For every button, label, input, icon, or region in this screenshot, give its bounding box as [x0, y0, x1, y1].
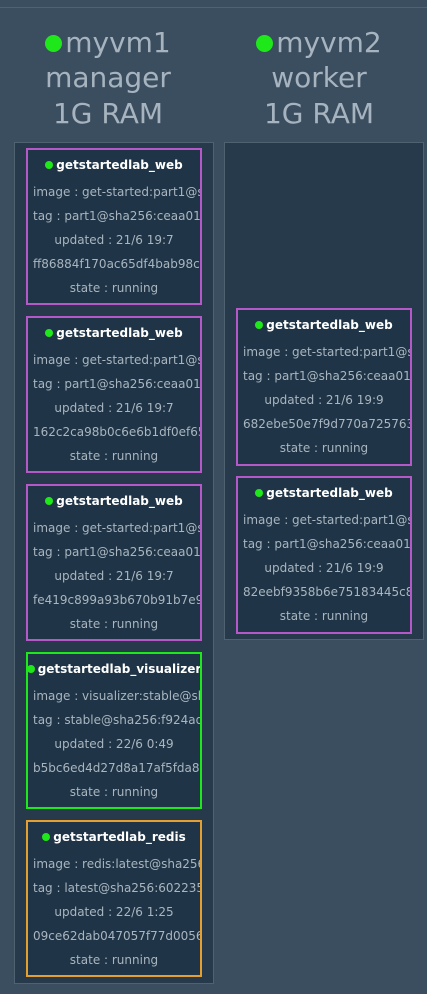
task-card[interactable]: getstartedlab_web image : get-started:pa…	[26, 316, 202, 473]
task-id: 09ce62dab047057f77d00565d	[33, 929, 202, 943]
task-status-icon	[255, 489, 264, 497]
task-status-icon	[45, 329, 54, 337]
node-ram: 1G RAM	[52, 97, 164, 130]
task-updated: updated : 21/6 19:7	[54, 233, 174, 247]
task-card[interactable]: getstartedlab_web image : get-started:pa…	[26, 484, 202, 641]
node-status-icon	[256, 34, 274, 52]
task-image: image : get-started:part1@sha256:ceaa010…	[243, 513, 412, 527]
task-title: getstartedlab_web	[56, 326, 183, 340]
task-status-icon	[42, 833, 51, 841]
task-status-icon	[255, 321, 264, 329]
task-tag: tag : stable@sha256:f924ad66	[33, 713, 202, 727]
node-role: worker	[271, 61, 367, 94]
task-id: 82eebf9358b6e75183445c89d	[243, 585, 412, 599]
task-updated: updated : 21/6 19:9	[264, 393, 384, 407]
task-id: fe419c899a93b670b91b7e9c6	[33, 593, 202, 607]
task-updated: updated : 21/6 19:7	[54, 569, 174, 583]
task-state: state : running	[279, 441, 369, 455]
node-name: myvm1	[65, 26, 171, 59]
task-title: getstartedlab_redis	[53, 830, 186, 844]
node-role: manager	[45, 61, 171, 94]
task-image: image : get-started:part1@sha256:ceaa010…	[33, 185, 202, 199]
task-card[interactable]: getstartedlab_web image : get-started:pa…	[236, 476, 412, 634]
task-state: state : running	[69, 617, 159, 631]
node-status-icon	[45, 34, 63, 52]
task-card[interactable]: getstartedlab_web image : get-started:pa…	[26, 148, 202, 305]
task-state: state : running	[69, 281, 159, 295]
node-myvm2-header: myvm2 worker 1G RAM	[214, 26, 424, 132]
task-title: getstartedlab_web	[266, 318, 393, 332]
task-title: getstartedlab_web	[266, 486, 393, 500]
task-image: image : redis:latest@sha256:6022356f9	[33, 857, 200, 871]
task-updated: updated : 21/6 19:9	[264, 561, 384, 575]
task-status-icon	[28, 665, 35, 673]
task-image: image : get-started:part1@sha256:ceaa010…	[33, 353, 202, 367]
task-updated: updated : 22/6 1:25	[54, 905, 174, 919]
task-card[interactable]: getstartedlab_redis image : redis:latest…	[26, 820, 202, 977]
top-border	[0, 0, 427, 8]
node-name: myvm2	[276, 26, 382, 59]
task-state: state : running	[279, 609, 369, 623]
task-updated: updated : 21/6 19:7	[54, 401, 174, 415]
task-image: image : get-started:part1@sha256:ceaa010…	[33, 521, 202, 535]
task-status-icon	[45, 497, 54, 505]
task-tag: tag : part1@sha256:ceaa01016	[243, 369, 411, 383]
task-tag: tag : part1@sha256:ceaa01016	[33, 209, 201, 223]
task-tag: tag : latest@sha256:6022356f9	[33, 881, 202, 895]
task-card[interactable]: getstartedlab_visualizer image : visuali…	[26, 652, 202, 809]
task-title: getstartedlab_web	[56, 158, 183, 172]
task-tag: tag : part1@sha256:ceaa01016	[243, 537, 411, 551]
task-id: b5bc6ed4d27d8a17af5fda833	[33, 761, 202, 775]
task-tag: tag : part1@sha256:ceaa01016	[33, 377, 201, 391]
task-id: 682ebe50e7f9d770a72576311	[243, 417, 412, 431]
task-id: 162c2ca98b0c6e6b1df0ef65fb	[33, 425, 202, 439]
task-title: getstartedlab_web	[56, 494, 183, 508]
task-state: state : running	[69, 449, 159, 463]
task-state: state : running	[69, 785, 159, 799]
task-state: state : running	[69, 953, 159, 967]
task-card[interactable]: getstartedlab_web image : get-started:pa…	[236, 308, 412, 466]
task-title: getstartedlab_visualizer	[37, 662, 202, 676]
task-image: image : visualizer:stable@sha256:f924ad6…	[33, 689, 202, 703]
node-ram: 1G RAM	[263, 97, 375, 130]
task-tag: tag : part1@sha256:ceaa01016	[33, 545, 201, 559]
task-updated: updated : 22/6 0:49	[54, 737, 174, 751]
task-image: image : get-started:part1@sha256:ceaa010…	[243, 345, 412, 359]
task-status-icon	[45, 161, 54, 169]
node-myvm1-header: myvm1 manager 1G RAM	[3, 26, 213, 132]
task-id: ff86884f170ac65df4bab98c08	[33, 257, 202, 271]
